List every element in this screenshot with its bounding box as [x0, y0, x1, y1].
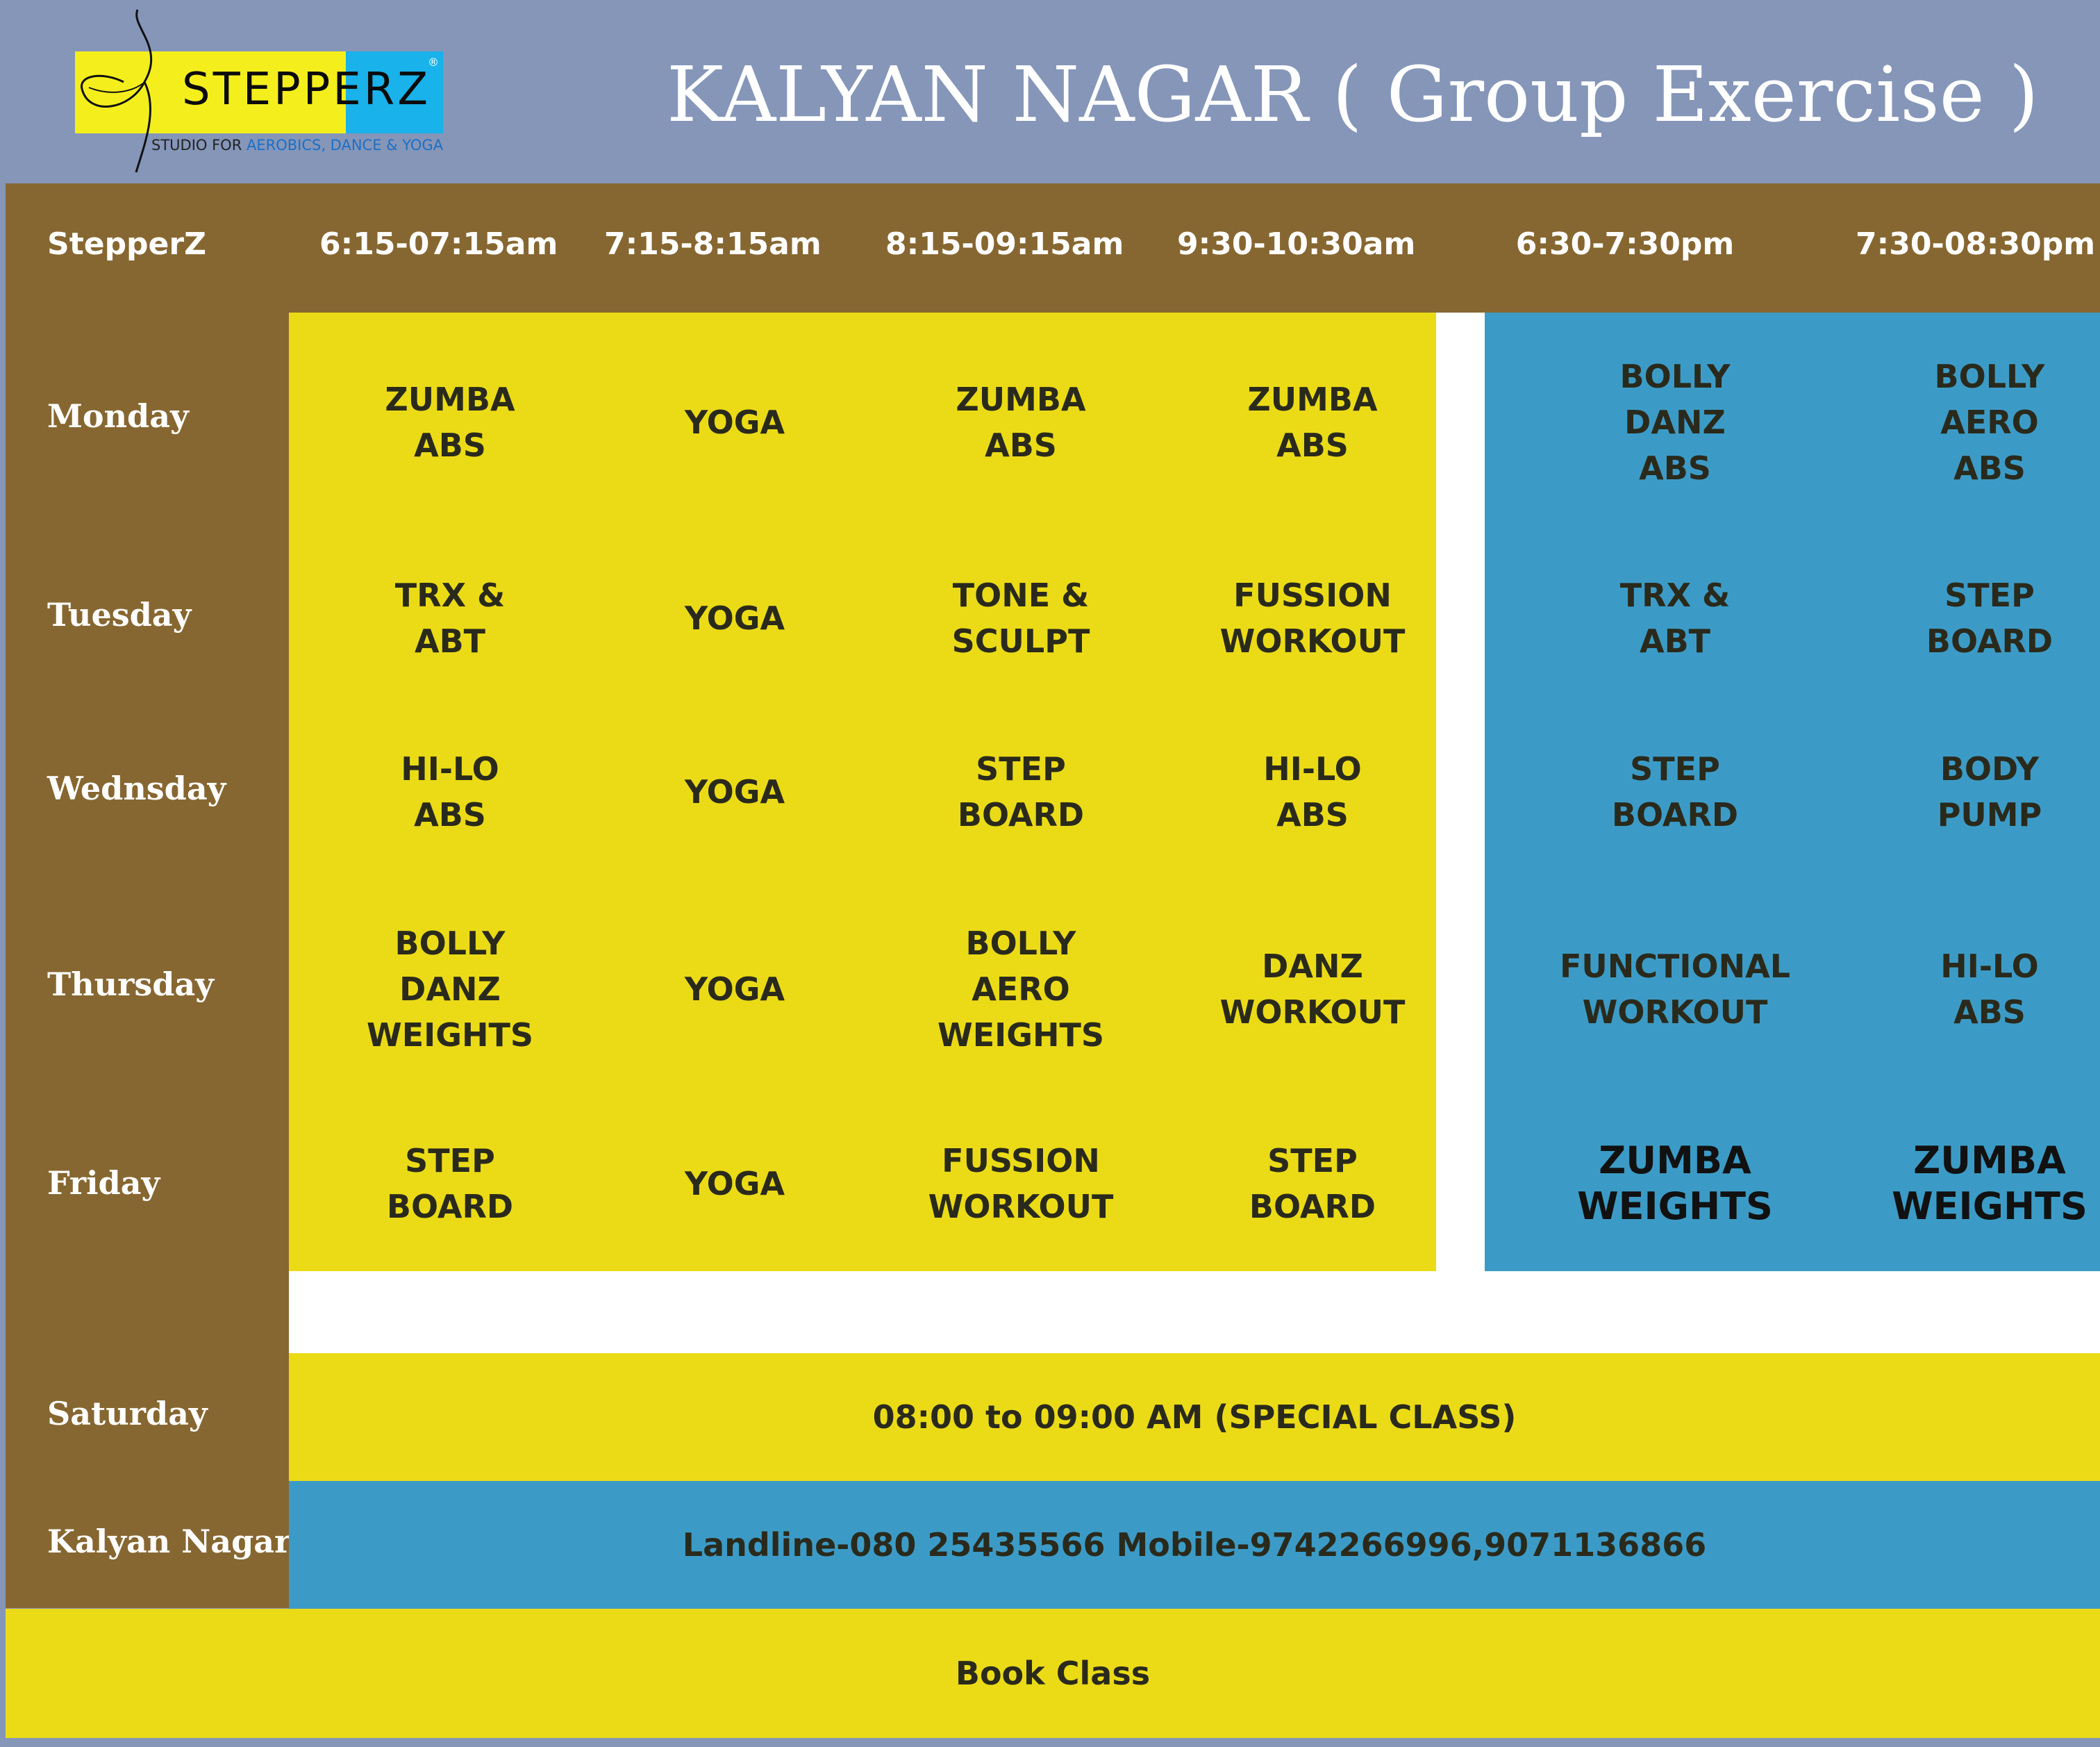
- day-label-tuesday: Tuesday: [47, 596, 192, 634]
- day-label-location: Kalyan Nagar: [47, 1523, 292, 1560]
- class-cell: ZUMBA ABS: [385, 381, 515, 464]
- class-cell: STEP BOARD: [1926, 577, 2053, 660]
- logo-wordmark: STEPPERZ: [182, 64, 431, 115]
- tagline-highlight: AEROBICS, DANCE & YOGA: [246, 137, 444, 154]
- registered-mark: ®: [428, 56, 439, 69]
- class-cell: ZUMBA WEIGHTS: [1892, 1139, 2088, 1228]
- saturday-special-class: 08:00 to 09:00 AM (SPECIAL CLASS): [872, 1398, 1517, 1436]
- class-cell: STEP BOARD: [957, 750, 1085, 834]
- class-cell: ZUMBA ABS: [956, 381, 1086, 464]
- time-slot-header: 9:30-10:30am: [1177, 226, 1416, 262]
- class-cell: TRX & ABT: [1619, 577, 1731, 660]
- time-slot-header: 6:15-07:15am: [319, 226, 558, 262]
- contact-row: Landline-080 25435566 Mobile-9742266996,…: [289, 1481, 2100, 1609]
- class-cell: BOLLY AERO WEIGHTS: [937, 925, 1105, 1054]
- class-cell: TONE & SCULPT: [951, 577, 1090, 660]
- page-title: KALYAN NAGAR ( Group Exercise ): [667, 50, 2039, 139]
- class-cell: YOGA: [684, 404, 785, 441]
- bottom-border: [0, 1738, 2100, 1747]
- class-cell: DANZ WORKOUT: [1219, 947, 1406, 1031]
- class-cell: TRX & ABT: [394, 577, 506, 660]
- class-cell: ZUMBA WEIGHTS: [1577, 1139, 1773, 1228]
- class-cell: BODY PUMP: [1937, 750, 2042, 834]
- class-cell: YOGA: [684, 773, 785, 811]
- day-label-friday: Friday: [47, 1164, 160, 1202]
- row-divider: [289, 1271, 2100, 1353]
- class-cell: HI-LO ABS: [1263, 750, 1362, 834]
- class-cell: YOGA: [684, 970, 785, 1008]
- time-slot-header: 6:30-7:30pm: [1515, 226, 1735, 262]
- class-cell: HI-LO ABS: [401, 750, 499, 834]
- day-label-monday: Monday: [47, 397, 189, 435]
- time-slot-header: 8:15-09:15am: [885, 226, 1124, 262]
- class-cell: BOLLY DANZ ABS: [1619, 358, 1731, 487]
- book-class-button[interactable]: Book Class: [6, 1609, 2100, 1738]
- day-label-saturday: Saturday: [47, 1395, 208, 1432]
- class-cell: BOLLY AERO ABS: [1934, 358, 2045, 487]
- logo-tagline: STUDIO FOR AEROBICS, DANCE & YOGA: [151, 137, 443, 154]
- time-slot-header: 7:15-8:15am: [604, 226, 822, 262]
- class-cell: STEP BOARD: [1611, 750, 1739, 834]
- class-cell: BOLLY DANZ WEIGHTS: [366, 925, 534, 1054]
- class-cell: YOGA: [684, 599, 785, 637]
- tagline-prefix: STUDIO FOR: [151, 137, 247, 154]
- class-cell: FUNCTIONAL WORKOUT: [1559, 947, 1791, 1031]
- saturday-row: 08:00 to 09:00 AM (SPECIAL CLASS): [289, 1353, 2100, 1481]
- class-cell: FUSSION WORKOUT: [1219, 577, 1406, 660]
- class-cell: YOGA: [684, 1165, 785, 1202]
- book-class-label: Book Class: [955, 1655, 1151, 1692]
- panel-divider: [1436, 313, 1485, 1271]
- corner-label: StepperZ: [47, 226, 207, 262]
- class-cell: STEP BOARD: [386, 1142, 514, 1225]
- class-cell: HI-LO ABS: [1940, 947, 2039, 1031]
- day-label-wednesday: Wednsday: [47, 770, 226, 807]
- class-cell: FUSSION WORKOUT: [928, 1142, 1114, 1225]
- class-cell: STEP BOARD: [1249, 1142, 1376, 1225]
- time-slot-header: 7:30-08:30pm: [1856, 226, 2096, 262]
- class-cell: ZUMBA ABS: [1247, 381, 1378, 464]
- day-label-thursday: Thursday: [47, 966, 214, 1003]
- contact-numbers: Landline-080 25435566 Mobile-9742266996,…: [682, 1526, 1707, 1564]
